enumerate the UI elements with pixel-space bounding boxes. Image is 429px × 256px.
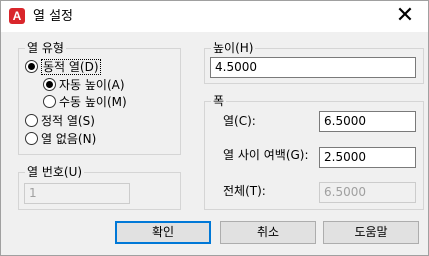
close-button[interactable]: ✕ (382, 1, 428, 32)
title-bar: A 열 설정 ✕ (1, 1, 428, 32)
height-input[interactable]: 4.5000 (210, 57, 416, 78)
gutter-input[interactable]: 2.5000 (319, 147, 416, 168)
no-columns-label: 열 없음(N) (41, 132, 97, 146)
ok-button[interactable]: 확인 (115, 221, 211, 244)
radio-icon (25, 132, 38, 145)
gutter-label: 열 사이 여백(G): (223, 148, 309, 162)
help-button[interactable]: 도움말 (323, 221, 419, 244)
auto-height-label: 자동 높이(A) (59, 78, 125, 92)
height-legend: 높이(H) (213, 41, 254, 55)
auto-height-radio[interactable]: 자동 높이(A) (43, 77, 125, 93)
no-columns-radio[interactable]: 열 없음(N) (25, 131, 96, 147)
column-settings-dialog: A 열 설정 ✕ 열 유형 동적 열(D) 자동 높이(A) 수동 높이(M) … (0, 0, 429, 256)
radio-icon (43, 78, 56, 91)
column-type-legend: 열 유형 (27, 41, 64, 55)
manual-height-radio[interactable]: 수동 높이(M) (43, 94, 127, 110)
manual-height-label: 수동 높이(M) (59, 95, 127, 109)
column-width-label: 열(C): (223, 114, 256, 128)
static-columns-radio[interactable]: 정적 열(S) (25, 113, 95, 129)
window-title: 열 설정 (33, 9, 74, 24)
radio-icon (25, 60, 38, 73)
dynamic-columns-radio[interactable]: 동적 열(D) (25, 59, 101, 75)
static-columns-label: 정적 열(S) (41, 114, 95, 128)
column-number-input[interactable]: 1 (24, 183, 130, 204)
radio-icon (25, 114, 38, 127)
column-width-input[interactable]: 6.5000 (319, 111, 416, 132)
column-number-legend: 열 번호(U) (27, 165, 83, 179)
width-legend: 폭 (213, 94, 225, 108)
autocad-app-icon: A (9, 8, 25, 24)
total-width-label: 전체(T): (223, 184, 266, 198)
total-width-input[interactable]: 6.5000 (319, 182, 416, 203)
dynamic-columns-label: 동적 열(D) (41, 59, 101, 75)
radio-icon (43, 95, 56, 108)
cancel-button[interactable]: 취소 (220, 221, 316, 244)
